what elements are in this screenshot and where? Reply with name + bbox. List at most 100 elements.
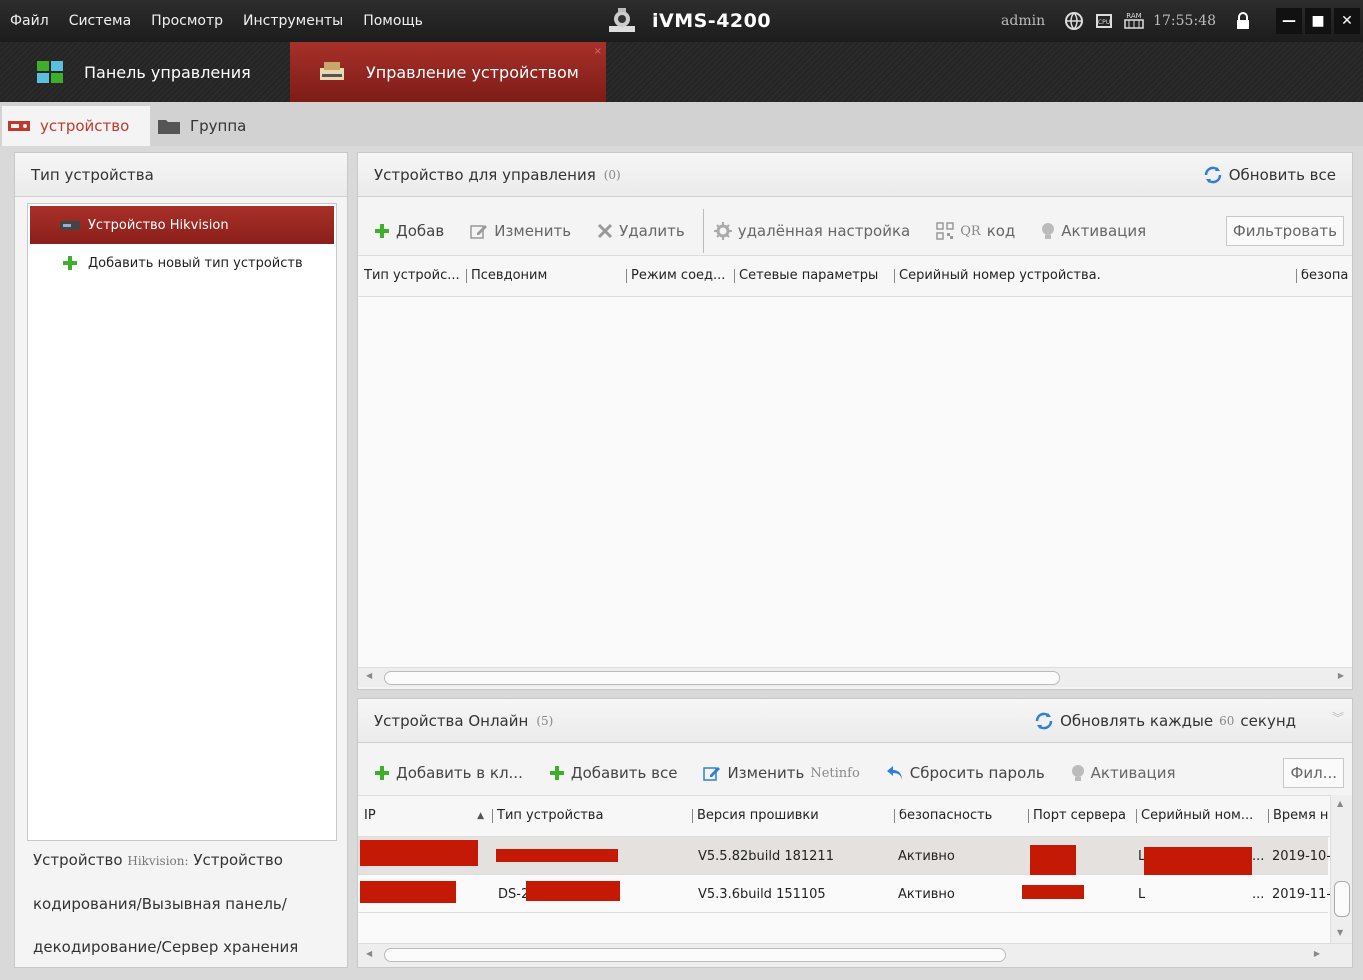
scroll-up-icon[interactable]: ▲ <box>1337 799 1343 808</box>
device-type-title: Тип устройства <box>15 153 347 197</box>
managed-devices-title: Устройство для управления <box>374 165 596 184</box>
scroll-right-icon[interactable]: ▶ <box>1338 671 1344 680</box>
security-cell: Активно <box>898 886 955 902</box>
undo-icon <box>886 766 902 780</box>
remote-config-button[interactable]: удалённая настройка <box>713 222 911 240</box>
auto-refresh-button[interactable]: Обновлять каждые 60 секунд <box>1034 699 1296 743</box>
activate-button[interactable]: Активация <box>1041 222 1146 240</box>
serial-suffix-cell: ... <box>1252 848 1265 864</box>
edit-icon <box>703 767 721 781</box>
lock-icon[interactable] <box>1232 10 1254 32</box>
edit-device-label: Изменить <box>494 222 572 240</box>
qr-code-button[interactable]: QR код <box>936 222 1015 240</box>
refresh-all-button[interactable]: Обновить все <box>1203 153 1336 197</box>
col-connection-mode[interactable]: Режим соед... <box>626 269 734 283</box>
menu-help[interactable]: Помощь <box>353 0 433 42</box>
menu-view[interactable]: Просмотр <box>141 0 233 42</box>
globe-icon[interactable] <box>1063 10 1085 32</box>
edit-device-button[interactable]: Изменить <box>470 222 571 240</box>
scroll-left-icon[interactable]: ◀ <box>366 671 372 680</box>
add-device-type[interactable]: Добавить новый тип устройств <box>28 244 336 282</box>
managed-devices-header: Устройство для управления (0) Обновить в… <box>358 153 1352 197</box>
folder-icon <box>158 120 180 134</box>
col-device-type[interactable]: Тип устройс... <box>360 269 466 283</box>
add-all-button[interactable]: Добавить все <box>549 764 678 782</box>
scroll-down-icon[interactable]: ▼ <box>1337 928 1343 937</box>
col-online-device-type[interactable]: Тип устройства <box>492 809 692 823</box>
table-row[interactable]: V5.5.82build 181211 Активно L ... 2019-1… <box>358 837 1331 903</box>
menu-tools[interactable]: Инструменты <box>233 0 353 42</box>
device-type-description: Устройство Hikvision: Устройство кодиров… <box>33 839 333 969</box>
table-row[interactable]: DS-2 V5.3.6build 151105 Активно L ... 20… <box>358 875 1331 913</box>
col-security[interactable]: безопа <box>1296 269 1352 283</box>
delete-device-label: Удалить <box>619 222 685 240</box>
col-ip[interactable]: IP ▲ <box>360 809 492 823</box>
col-online-serial[interactable]: Серийный ном... <box>1136 809 1268 823</box>
reset-password-button[interactable]: Сбросить пароль <box>886 764 1045 782</box>
redacted-type <box>526 881 620 901</box>
online-devices-title: Устройства Онлайн <box>374 711 529 730</box>
refresh-prefix: Обновлять каждые <box>1060 712 1214 730</box>
tab-control-panel[interactable]: Панель управления <box>36 42 251 102</box>
ram-icon: RAM <box>1123 10 1145 32</box>
refresh-all-label: Обновить все <box>1228 166 1336 184</box>
col-security-status[interactable]: безопасность <box>894 809 1028 823</box>
managed-devices-panel: Устройство для управления (0) Обновить в… <box>357 152 1353 690</box>
scroll-thumb[interactable] <box>384 948 1006 962</box>
online-vscrollbar[interactable]: ▲ ▼ <box>1330 795 1352 943</box>
sub-tab-bar: устройство Группа <box>0 102 1363 146</box>
tab-close-icon[interactable]: × <box>594 46 602 57</box>
filter-input[interactable]: Фильтровать <box>1225 216 1344 246</box>
device-type-panel: Тип устройства Устройство Hikvision Доба… <box>14 152 348 968</box>
scroll-thumb[interactable] <box>384 671 1060 685</box>
tab-device[interactable]: устройство <box>2 106 150 146</box>
online-activate-button[interactable]: Активация <box>1071 764 1176 782</box>
col-time[interactable]: Время н <box>1268 809 1330 823</box>
add-all-label: Добавить все <box>570 764 678 782</box>
add-to-client-button[interactable]: Добавить в кл... <box>374 764 523 782</box>
tab-group[interactable]: Группа <box>158 106 246 146</box>
vscroll-thumb[interactable] <box>1334 881 1350 917</box>
cpu-icon: CPU <box>1093 10 1115 32</box>
edit-icon <box>470 225 488 239</box>
tab-control-panel-label: Панель управления <box>84 62 251 82</box>
maximize-button[interactable]: ■ <box>1305 8 1331 34</box>
menu-system[interactable]: Система <box>59 0 141 42</box>
svg-text:CPU: CPU <box>1098 19 1110 26</box>
managed-hscrollbar[interactable]: ◀ ▶ <box>358 667 1352 687</box>
col-serial-number[interactable]: Серийный номер устройства. <box>894 269 1296 283</box>
device-type-hikvision-label: Устройство Hikvision <box>88 217 229 233</box>
add-device-button[interactable]: Добав <box>374 222 444 240</box>
delete-device-button[interactable]: Удалить <box>597 222 685 240</box>
device-type-hikvision[interactable]: Устройство Hikvision <box>30 206 334 244</box>
collapse-chevron-icon[interactable]: ︾ <box>1332 709 1344 726</box>
online-devices-header: Устройства Онлайн (5) Обновлять каждые 6… <box>358 699 1352 743</box>
col-server-port[interactable]: Порт сервера <box>1028 809 1136 823</box>
scroll-right-icon[interactable]: ▶ <box>1314 949 1320 958</box>
remote-config-label: удалённая настройка <box>737 222 911 240</box>
scroll-left-icon[interactable]: ◀ <box>366 949 372 958</box>
online-hscrollbar[interactable]: ◀ ▶ <box>358 943 1352 967</box>
col-firmware[interactable]: Версия прошивки <box>692 809 894 823</box>
qr-code-suffix: код <box>986 222 1016 240</box>
firmware-cell: V5.5.82build 181211 <box>698 848 834 864</box>
toolbar-separator <box>702 209 704 253</box>
menu-file[interactable]: Файл <box>0 0 59 42</box>
security-cell: Активно <box>898 848 955 864</box>
online-filter-input[interactable]: Фил... <box>1283 758 1344 788</box>
edit-netinfo-button[interactable]: Изменить Netinfo <box>703 764 860 782</box>
redacted-port <box>1022 885 1084 899</box>
serial-suffix-cell: ... <box>1252 886 1265 902</box>
title-bar: Файл Система Просмотр Инструменты Помощь… <box>0 0 1363 42</box>
col-network-params[interactable]: Сетевые параметры <box>734 269 894 283</box>
online-devices-count: (5) <box>536 713 554 728</box>
status-area: admin CPU RAM 17:55:48 — ■ ✕ <box>1001 0 1363 42</box>
device-management-icon <box>320 62 344 80</box>
close-window-button[interactable]: ✕ <box>1334 8 1360 34</box>
online-toolbar: Добавить в кл... Добавить все Изменить N… <box>358 745 1352 801</box>
tab-device-management[interactable]: Управление устройством × <box>290 42 606 102</box>
col-alias[interactable]: Псевдоним <box>466 269 626 283</box>
minimize-button[interactable]: — <box>1276 8 1302 34</box>
username[interactable]: admin <box>1001 13 1045 29</box>
dvr-icon <box>60 221 80 230</box>
